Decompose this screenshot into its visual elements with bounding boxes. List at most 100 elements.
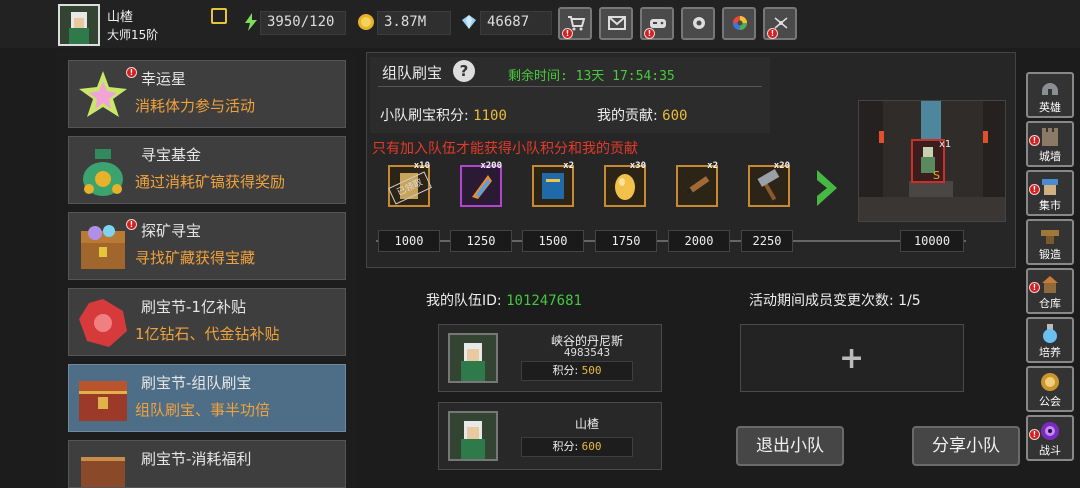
color-wheel-button[interactable] (722, 7, 756, 40)
money-bag-icon (83, 149, 123, 196)
help-icon[interactable]: ? (453, 60, 475, 82)
stamina-icon (245, 13, 257, 31)
reward-slot[interactable]: x200 (460, 161, 502, 207)
team-member-card[interactable]: 峡谷的丹尼斯 4983543 积分: 500 (438, 324, 662, 392)
alert-badge: ! (1029, 282, 1040, 293)
reward-qty: x200 (480, 161, 502, 171)
milestone: 1750 (595, 230, 657, 252)
nav-label: 英雄 (1039, 101, 1061, 114)
list-item-team-farming[interactable]: 刷宝节-组队刷宝 组队刷宝、事半功倍 (68, 364, 346, 432)
gem-value: 46687 (480, 11, 552, 35)
hammer-icon (757, 169, 780, 201)
member-avatar (448, 411, 498, 461)
final-reward-scene: S x1 (858, 100, 1006, 222)
player-rank: 大师15阶 (107, 28, 159, 42)
list-item-subtitle: 通过消耗矿镐获得奖励 (135, 173, 286, 191)
my-contribution: 我的贡献: 600 (597, 105, 687, 125)
list-item-subtitle: 寻找矿藏获得宝藏 (135, 249, 256, 267)
nav-guild[interactable]: 公会 (1026, 366, 1074, 412)
treasure-chest-icon (81, 457, 125, 487)
reward-qty: x2 (563, 161, 574, 171)
anvil-icon (1041, 230, 1059, 244)
team-id: 我的队伍ID: 101247681 (426, 290, 582, 310)
portal-icon (1041, 422, 1059, 440)
nav-wall[interactable]: ! 城墙 (1026, 121, 1074, 167)
nav-label: 战斗 (1039, 444, 1061, 457)
milestone-final: 10000 (900, 230, 964, 252)
edit-icon[interactable] (211, 8, 227, 24)
list-item-title: 幸运星 (141, 70, 187, 88)
milestone: 2000 (668, 230, 730, 252)
final-reward-qty: x1 (939, 139, 952, 150)
reward-slot[interactable]: x20 (748, 161, 790, 207)
event-list: ! 幸运星 消耗体力参与活动 寻宝基金 通过消耗矿镐获得奖励 ! 探矿寻宝 寻找… (56, 50, 358, 488)
team-member-card[interactable]: 山楂 积分: 600 (438, 402, 662, 470)
player-avatar[interactable] (58, 4, 100, 46)
nav-battle[interactable]: ! 战斗 (1026, 415, 1074, 461)
nav-label: 公会 (1039, 395, 1061, 408)
milestone: 1000 (378, 230, 440, 252)
list-item-subtitle: 消耗体力参与活动 (135, 97, 256, 115)
nav-warehouse[interactable]: ! 仓库 (1026, 268, 1074, 314)
list-item-consume-welfare[interactable]: 刷宝节-消耗福利 (68, 440, 346, 488)
flame-icon (472, 175, 492, 199)
team-id-value: 101247681 (506, 293, 582, 309)
mail-icon (608, 16, 626, 30)
leave-team-button[interactable]: 退出小队 (736, 426, 844, 466)
mail-button[interactable] (599, 7, 633, 40)
color-wheel-icon (733, 16, 747, 30)
alert-badge: ! (126, 219, 137, 230)
settings-button[interactable] (681, 7, 715, 40)
team-score-label: 小队刷宝积分: (380, 108, 469, 124)
nav-forge[interactable]: 锻造 (1026, 219, 1074, 265)
alert-badge: ! (562, 28, 573, 39)
list-item-lucky-star[interactable]: ! 幸运星 消耗体力参与活动 (68, 60, 346, 128)
member-uid: 4983543 (563, 346, 611, 359)
reward-slot[interactable]: x2 (676, 161, 718, 207)
share-team-button[interactable]: 分享小队 (912, 426, 1020, 466)
remaining-time: 剩余时间: 13天 17:54:35 (508, 69, 675, 84)
nav-label: 城墙 (1039, 150, 1061, 163)
member-score: 积分: 500 (521, 361, 633, 381)
gamepad-button[interactable]: ! (640, 7, 674, 40)
star-crystal-icon (79, 71, 127, 117)
list-item-subtitle: 组队刷宝、事半功倍 (135, 401, 271, 419)
nav-training[interactable]: 培养 (1026, 317, 1074, 363)
reward-qty: x2 (707, 161, 718, 171)
reward-slot[interactable]: x30 (604, 161, 646, 207)
list-item-title: 刷宝节-消耗福利 (141, 450, 252, 468)
svg-text:S: S (933, 169, 940, 181)
member-score-label: 积分: (552, 440, 579, 453)
reward-slot[interactable]: x2 (532, 161, 574, 207)
alert-badge: ! (767, 28, 778, 39)
list-item-subsidy[interactable]: 刷宝节-1亿补贴 1亿钻石、代金钻补贴 (68, 288, 346, 356)
alert-badge: ! (644, 28, 655, 39)
alert-badge: ! (126, 67, 137, 78)
member-changes-label: 活动期间成员变更次数: (749, 293, 894, 309)
alert-badge: ! (1029, 184, 1040, 195)
top-bar: 山楂 大师15阶 3950/120 3.87M 46687 ! ! ! (0, 0, 1080, 48)
nav-market[interactable]: ! 集市 (1026, 170, 1074, 216)
gear-icon (693, 17, 705, 29)
nav-heroes[interactable]: 英雄 (1026, 72, 1074, 118)
gold-value: 3.87M (377, 11, 451, 35)
my-contribution-value: 600 (662, 108, 688, 124)
member-score-value: 600 (581, 440, 602, 453)
reward-slot[interactable]: 已领取 x10 (388, 161, 432, 207)
member-changes: 活动期间成员变更次数: 1/5 (749, 290, 921, 310)
list-item-mining[interactable]: ! 探矿寻宝 寻找矿藏获得宝藏 (68, 212, 346, 280)
milestone: 1250 (450, 230, 512, 252)
stamina-value: 3950/120 (260, 11, 346, 35)
add-member-slot[interactable]: + (740, 324, 964, 392)
gem-icon (462, 15, 476, 29)
network-button[interactable]: ! (763, 7, 797, 40)
plus-icon: + (839, 341, 865, 376)
list-item-title: 刷宝节-1亿补贴 (141, 298, 246, 316)
alert-badge: ! (1029, 429, 1040, 440)
lion-crest-icon (1041, 373, 1059, 391)
member-name: 山楂 (574, 417, 599, 431)
shop-button[interactable]: ! (558, 7, 592, 40)
chevron-right-icon[interactable] (815, 168, 839, 208)
team-score-value: 1100 (473, 108, 507, 124)
list-item-treasure-fund[interactable]: 寻宝基金 通过消耗矿镐获得奖励 (68, 136, 346, 204)
